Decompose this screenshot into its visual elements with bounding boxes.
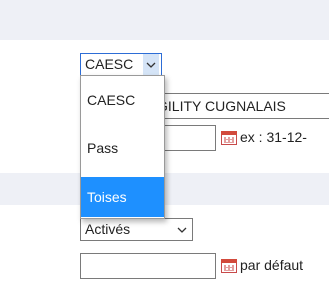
calendar-icon[interactable]	[221, 259, 237, 273]
active-select[interactable]: Activés	[80, 218, 193, 241]
type-select-value: CAESC	[85, 56, 134, 72]
calendar-icon[interactable]	[221, 131, 237, 145]
club-input-value: GILITY CUGNALAIS	[157, 98, 286, 114]
date-hint: ex : 31-12-	[240, 129, 307, 145]
type-dropdown-list: CAESC Pass Toises	[80, 75, 165, 219]
active-select-value: Activés	[85, 221, 131, 237]
default-date-hint: par défaut	[240, 257, 304, 273]
dropdown-option-pass[interactable]: Pass	[81, 130, 164, 166]
chevron-down-icon[interactable]	[174, 219, 190, 240]
chevron-down-icon[interactable]	[143, 54, 159, 75]
club-input[interactable]: GILITY CUGNALAIS	[150, 93, 329, 119]
section-band-top	[0, 0, 329, 40]
dropdown-option-toises[interactable]: Toises	[81, 177, 164, 217]
default-date-input[interactable]	[80, 253, 216, 279]
dropdown-option-caesc[interactable]: CAESC	[81, 82, 164, 118]
type-select[interactable]: CAESC	[80, 53, 162, 76]
